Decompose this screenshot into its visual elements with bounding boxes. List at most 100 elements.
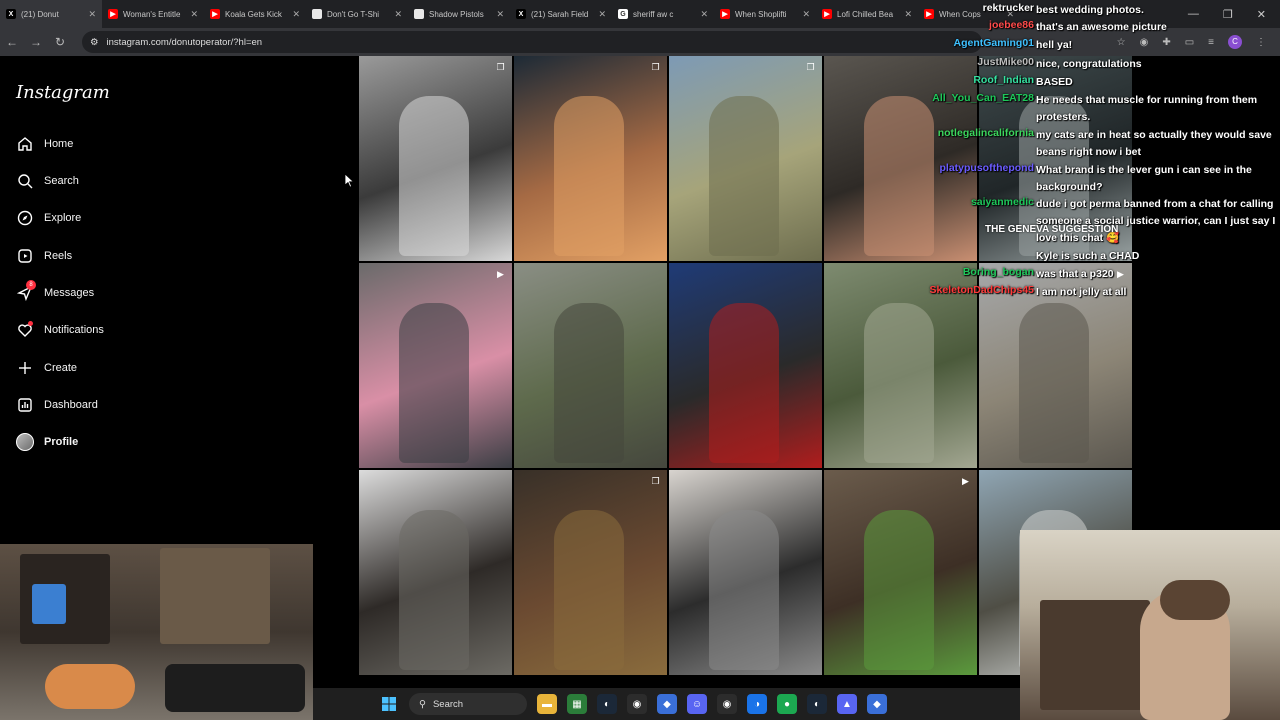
browser-tab[interactable]: ▶ Woman's Entitle ✕ bbox=[102, 0, 204, 28]
tab-close-icon[interactable]: ✕ bbox=[802, 9, 810, 20]
reload-icon[interactable]: ↻ bbox=[48, 35, 72, 49]
post-subject bbox=[399, 303, 469, 463]
file-explorer-icon[interactable]: ▬ bbox=[537, 694, 557, 714]
tab-favicon-icon: ▶ bbox=[210, 9, 220, 19]
browser-tab[interactable]: ▶ When Shoplifti ✕ bbox=[714, 0, 816, 28]
tab-title: (21) Donut bbox=[21, 9, 59, 19]
plus-icon bbox=[16, 359, 34, 377]
post-thumbnail[interactable]: ▶ bbox=[824, 470, 977, 675]
post-subject bbox=[399, 510, 469, 670]
chat-username: JustMike00 bbox=[977, 56, 1034, 68]
nav-reels[interactable]: Reels bbox=[16, 244, 72, 268]
nav-home[interactable]: Home bbox=[16, 132, 73, 156]
url-text: instagram.com/donutoperator/?hl=en bbox=[106, 36, 263, 48]
chat-message: rektrucker best wedding photos. bbox=[905, 2, 1280, 19]
post-thumbnail[interactable]: ❐ bbox=[514, 470, 667, 675]
tab-close-icon[interactable]: ✕ bbox=[700, 9, 708, 20]
steam-icon[interactable]: ◐ bbox=[597, 694, 617, 714]
nav-profile[interactable]: Profile bbox=[16, 430, 78, 454]
nav-messages[interactable]: 8 Messages bbox=[16, 280, 94, 305]
tab-favicon-icon: G bbox=[618, 9, 628, 19]
taskbar-search[interactable]: ⚲ Search bbox=[409, 693, 527, 715]
chat-message: Roof_Indian BASED bbox=[905, 74, 1280, 91]
dashboard-icon bbox=[16, 396, 34, 414]
back-icon[interactable]: ← bbox=[0, 35, 24, 49]
app-icon[interactable]: ◑ bbox=[747, 694, 767, 714]
tab-favicon-icon: ▶ bbox=[822, 9, 832, 19]
browser-tab[interactable]: Don't Go T-Shi ✕ bbox=[306, 0, 408, 28]
post-subject bbox=[709, 96, 779, 256]
post-subject bbox=[709, 303, 779, 463]
tab-favicon-icon: ▶ bbox=[720, 9, 730, 19]
tab-close-icon[interactable]: ✕ bbox=[496, 9, 504, 20]
tab-close-icon[interactable]: ✕ bbox=[190, 9, 198, 20]
app-icon[interactable]: ◆ bbox=[657, 694, 677, 714]
browser-tab[interactable]: ▶ Koala Gets Kick ✕ bbox=[204, 0, 306, 28]
post-thumbnail[interactable] bbox=[669, 263, 822, 468]
tab-title: Koala Gets Kick bbox=[225, 9, 282, 19]
taskbar-search-label: Search bbox=[432, 698, 464, 710]
reel-icon: ▶ bbox=[497, 269, 504, 279]
forward-icon[interactable]: → bbox=[24, 35, 48, 49]
post-subject bbox=[554, 510, 624, 670]
app-icon[interactable]: ● bbox=[777, 694, 797, 714]
post-thumbnail[interactable]: ❐ bbox=[514, 56, 667, 261]
discord-icon[interactable]: ☺ bbox=[687, 694, 707, 714]
chat-text: best wedding photos. bbox=[1036, 4, 1144, 16]
chat-message: joebee86 that's an awesome picture bbox=[905, 19, 1280, 36]
post-subject bbox=[864, 303, 934, 463]
nav-create[interactable]: Create bbox=[16, 356, 77, 380]
chrome-icon[interactable]: ◉ bbox=[627, 694, 647, 714]
tab-title: Lofi Chilled Bea bbox=[837, 9, 894, 19]
nav-search[interactable]: Search bbox=[16, 169, 79, 193]
chat-message: All_You_Can_EAT28 He needs that muscle fo… bbox=[905, 92, 1280, 123]
post-thumbnail[interactable] bbox=[514, 263, 667, 468]
nav-dashboard[interactable]: Dashboard bbox=[16, 393, 98, 417]
messenger-icon: 8 bbox=[16, 280, 36, 302]
streamer-webcam bbox=[1020, 530, 1280, 720]
post-thumbnail[interactable]: ▶ bbox=[359, 263, 512, 468]
windows-start-icon[interactable] bbox=[379, 694, 399, 714]
tab-favicon-icon: ▶ bbox=[108, 9, 118, 19]
browser-tab[interactable]: Shadow Pistols ✕ bbox=[408, 0, 510, 28]
chat-text: that's an awesome picture bbox=[1036, 21, 1167, 33]
tab-close-icon[interactable]: ✕ bbox=[394, 9, 402, 20]
post-thumbnail[interactable] bbox=[669, 470, 822, 675]
instagram-logo[interactable]: Instagram bbox=[16, 82, 110, 103]
chat-text: hell ya! bbox=[1036, 39, 1073, 51]
chrome-icon[interactable]: ◉ bbox=[717, 694, 737, 714]
post-thumbnail[interactable]: ❐ bbox=[669, 56, 822, 261]
app-icon[interactable]: ▲ bbox=[837, 694, 857, 714]
carousel-icon: ❐ bbox=[651, 476, 660, 486]
tab-title: Woman's Entitle bbox=[123, 9, 181, 19]
chat-text: my cats are in heat so actually they wou… bbox=[1036, 129, 1272, 158]
nav-label: Home bbox=[44, 138, 74, 150]
post-thumbnail[interactable]: ❐ bbox=[359, 56, 512, 261]
mouse-cursor-icon bbox=[345, 174, 355, 188]
steam-icon[interactable]: ◐ bbox=[807, 694, 827, 714]
browser-tab[interactable]: X (21) Donut ✕ bbox=[0, 0, 102, 28]
tab-close-icon[interactable]: ✕ bbox=[292, 9, 300, 20]
nav-explore[interactable]: Explore bbox=[16, 206, 81, 230]
tab-favicon-icon bbox=[312, 9, 322, 19]
browser-tab[interactable]: Gsheriff aw c ✕ bbox=[612, 0, 714, 28]
tab-close-icon[interactable]: ✕ bbox=[598, 9, 606, 20]
post-thumbnail[interactable] bbox=[359, 470, 512, 675]
tab-favicon-icon: X bbox=[516, 9, 526, 19]
windows-taskbar: ⚲ Search ▬ ▦ ◐ ◉ ◆ ☺ ◉ ◑ ● ◐ ▲ ◆ bbox=[313, 688, 1020, 720]
carousel-icon: ❐ bbox=[496, 62, 505, 72]
nav-label: Reels bbox=[44, 250, 73, 262]
browser-tab[interactable]: X (21) Sarah Field ✕ bbox=[510, 0, 612, 28]
url-field[interactable]: ⚙ instagram.com/donutoperator/?hl=en bbox=[82, 31, 982, 53]
messages-badge: 8 bbox=[26, 280, 36, 290]
nav-label: Create bbox=[44, 362, 78, 374]
app-icon[interactable]: ▦ bbox=[567, 694, 587, 714]
app-icon[interactable]: ◆ bbox=[867, 694, 887, 714]
search-icon bbox=[16, 172, 34, 190]
browser-tab[interactable]: ▶ Lofi Chilled Bea ✕ bbox=[816, 0, 918, 28]
streamer-room-camera bbox=[0, 544, 313, 720]
tab-close-icon[interactable]: ✕ bbox=[88, 9, 96, 20]
screen: X (21) Donut ✕ ▶ Woman's Entitle ✕ ▶ Koala Gets… bbox=[0, 0, 1280, 720]
nav-notifications[interactable]: Notifications bbox=[16, 318, 104, 342]
site-info-icon[interactable]: ⚙ bbox=[90, 37, 99, 48]
